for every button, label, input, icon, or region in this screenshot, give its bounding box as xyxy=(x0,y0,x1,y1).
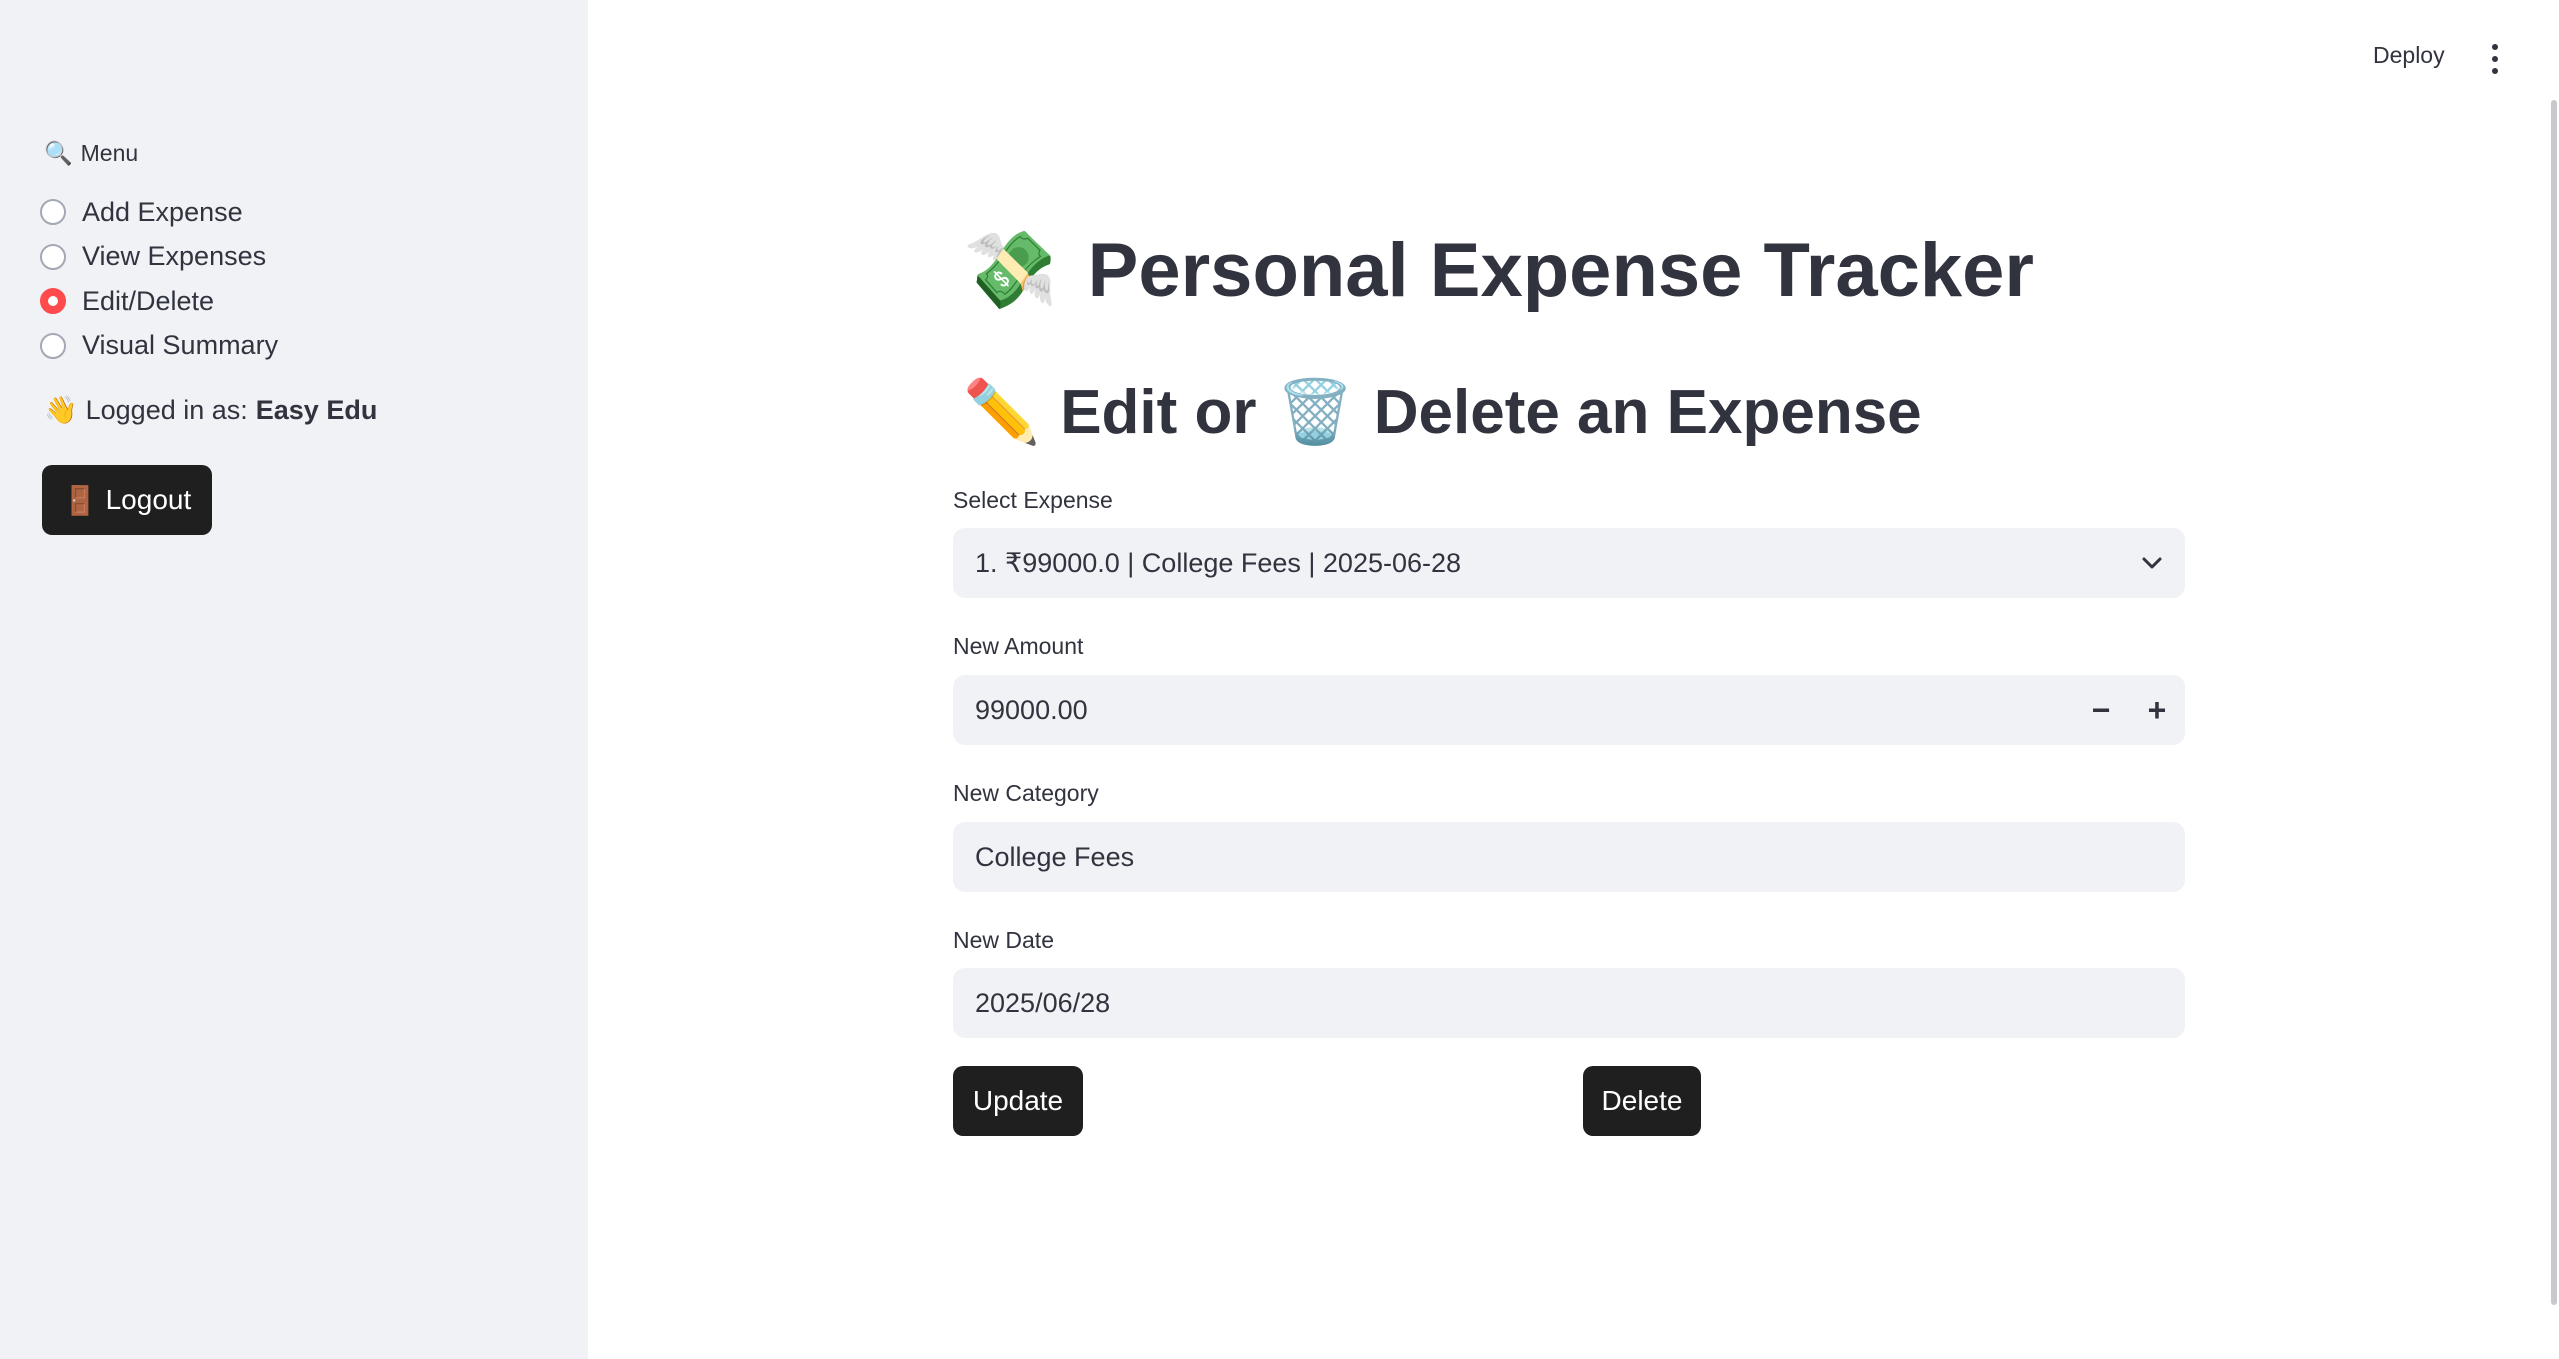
money-with-wings-icon: 💸 xyxy=(963,225,1058,314)
menu-option-visual-summary[interactable]: Visual Summary xyxy=(40,324,278,369)
radio-button[interactable] xyxy=(40,199,66,226)
scrollbar[interactable] xyxy=(2551,100,2557,1305)
more-options-icon[interactable] xyxy=(2483,44,2507,74)
radio-button[interactable] xyxy=(40,332,66,359)
logged-in-status: 👋 Logged in as: Easy Edu xyxy=(44,394,378,427)
menu-option-add-expense[interactable]: Add Expense xyxy=(40,190,278,235)
delete-button[interactable]: Delete xyxy=(1583,1066,1701,1136)
logout-label: Logout xyxy=(105,484,192,515)
new-amount-input[interactable]: 99000.00 − + xyxy=(953,675,2185,745)
logout-button[interactable]: 🚪 Logout xyxy=(42,465,212,535)
section-heading-part2: Delete an Expense xyxy=(1373,377,1922,447)
new-date-input[interactable]: 2025/06/28 xyxy=(953,968,2185,1038)
new-amount-value[interactable]: 99000.00 xyxy=(975,695,2073,726)
menu-title: Menu xyxy=(80,140,139,166)
menu-option-label: Edit/Delete xyxy=(82,285,215,316)
menu-radio-group: Add Expense View Expenses Edit/Delete Vi… xyxy=(40,190,278,368)
new-category-label: New Category xyxy=(953,780,1099,806)
select-expense-dropdown[interactable]: 1. ₹99000.0 | College Fees | 2025-06-28 xyxy=(953,528,2185,598)
radio-button[interactable] xyxy=(40,243,66,270)
menu-header: 🔍 Menu xyxy=(44,140,138,167)
select-expense-label: Select Expense xyxy=(953,487,1113,513)
page-title-text: Personal Expense Tracker xyxy=(1087,227,2034,313)
logged-in-user: Easy Edu xyxy=(255,394,378,425)
new-category-value[interactable]: College Fees xyxy=(975,842,2163,873)
menu-option-label: Add Expense xyxy=(82,196,243,227)
deploy-button[interactable]: Deploy xyxy=(2373,42,2445,69)
menu-option-edit-delete[interactable]: Edit/Delete xyxy=(40,279,278,324)
section-heading: ✏️ Edit or 🗑️ Delete an Expense xyxy=(963,375,2163,449)
new-date-label: New Date xyxy=(953,927,1054,953)
logged-in-prefix: Logged in as: xyxy=(85,394,248,425)
menu-option-label: View Expenses xyxy=(82,241,267,272)
new-category-input[interactable]: College Fees xyxy=(953,822,2185,892)
section-heading-part1: Edit or xyxy=(1060,377,1257,447)
increment-button[interactable]: + xyxy=(2129,675,2185,745)
sidebar: 🔍 Menu Add Expense View Expenses Edit/De… xyxy=(0,0,588,1359)
waving-hand-icon: 👋 xyxy=(44,395,78,426)
menu-option-label: Visual Summary xyxy=(82,330,279,361)
app-window: 🔍 Menu Add Expense View Expenses Edit/De… xyxy=(0,0,2559,1359)
radio-button-selected[interactable] xyxy=(40,288,66,315)
pencil-icon: ✏️ xyxy=(963,375,1041,448)
select-expense-value: 1. ₹99000.0 | College Fees | 2025-06-28 xyxy=(975,547,1462,578)
menu-option-view-expenses[interactable]: View Expenses xyxy=(40,235,278,280)
new-date-value[interactable]: 2025/06/28 xyxy=(975,988,2163,1019)
page-title: 💸 Personal Expense Tracker xyxy=(963,225,2163,315)
update-button[interactable]: Update xyxy=(953,1066,1083,1136)
new-amount-label: New Amount xyxy=(953,633,1084,659)
decrement-button[interactable]: − xyxy=(2073,675,2129,745)
door-icon: 🚪 xyxy=(62,483,98,517)
chevron-down-icon xyxy=(2141,552,2163,574)
wastebasket-icon: 🗑️ xyxy=(1276,375,1354,448)
magnifier-icon: 🔍 xyxy=(44,141,73,167)
